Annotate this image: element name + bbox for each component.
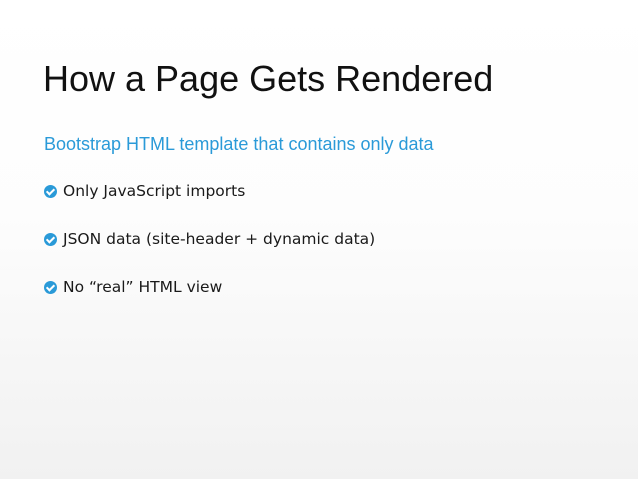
check-circle-icon [44,233,57,246]
bullet-item: No “real” HTML view [44,276,375,298]
slide: How a Page Gets Rendered Bootstrap HTML … [0,0,638,479]
bullet-text: No “real” HTML view [63,278,223,296]
check-circle-icon [44,185,57,198]
bullet-item: JSON data (site-header + dynamic data) [44,228,375,250]
check-circle-icon [44,281,57,294]
bullet-text: Only JavaScript imports [63,182,246,200]
bullet-text: JSON data (site-header + dynamic data) [63,230,376,248]
bullet-list: Only JavaScript imports JSON data (site-… [44,180,375,324]
slide-title: How a Page Gets Rendered [43,58,494,99]
slide-subtitle: Bootstrap HTML template that contains on… [44,134,434,154]
bullet-item: Only JavaScript imports [44,180,375,202]
